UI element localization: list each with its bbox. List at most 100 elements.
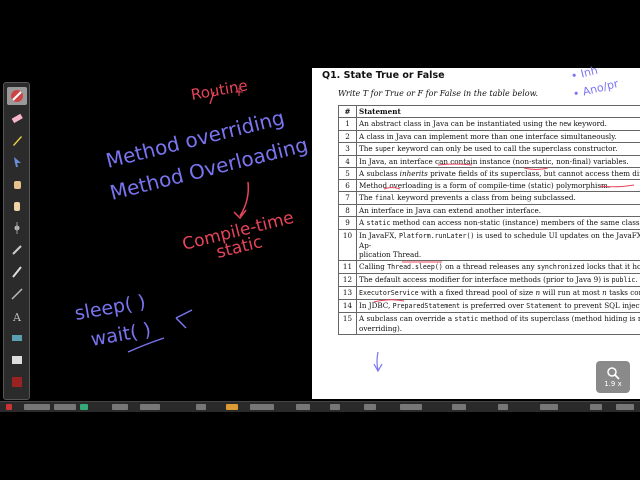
toolbar-tool[interactable] bbox=[7, 241, 27, 259]
row-number: 9 bbox=[338, 216, 357, 230]
record-icon bbox=[12, 377, 22, 387]
wand-icon bbox=[12, 245, 22, 255]
grab-hand-icon bbox=[14, 181, 21, 189]
table-row: 13 ExecutorService with a fixed thread po… bbox=[338, 286, 640, 300]
table-row: 3 The super keyword can only be used to c… bbox=[338, 142, 640, 156]
annotation-routine: Routine bbox=[190, 76, 249, 104]
row-number: 5 bbox=[338, 167, 357, 180]
taskbar bbox=[0, 401, 640, 412]
brush-icon bbox=[12, 266, 22, 278]
eraser-all-icon bbox=[11, 90, 23, 102]
taskbar-item[interactable] bbox=[6, 404, 12, 410]
table-row: 12 The default access modifier for interf… bbox=[338, 273, 640, 287]
toolbar-tool[interactable] bbox=[7, 175, 27, 193]
taskbar-item[interactable] bbox=[590, 404, 602, 410]
row-number: 4 bbox=[338, 155, 357, 168]
row-statement: The super keyword can only be used to ca… bbox=[356, 142, 640, 156]
annotation-wait: wait( ) bbox=[89, 319, 153, 351]
toolbar-tool[interactable] bbox=[7, 285, 27, 303]
underline-stroke bbox=[127, 337, 165, 353]
row-number: 11 bbox=[338, 260, 357, 274]
taskbar-item[interactable] bbox=[616, 404, 634, 410]
svg-text:A: A bbox=[12, 311, 22, 323]
table-row: 11 Calling Thread.sleep() on a thread rel… bbox=[338, 260, 640, 274]
table-row: 10 In JavaFX, Platform.runLater() is used… bbox=[338, 229, 640, 261]
annotation-method-overriding: Method overriding bbox=[103, 105, 286, 173]
table-row: 9A static method can access non-static (… bbox=[338, 216, 640, 230]
table-row: 6 Method overloading is a form of compile… bbox=[338, 179, 640, 192]
document-page: Q1. State True or False Write T for True… bbox=[312, 68, 640, 399]
question-title: Q1. State True or False bbox=[322, 70, 445, 81]
taskbar-item[interactable] bbox=[540, 404, 558, 410]
taskbar-item[interactable] bbox=[226, 404, 238, 410]
row-number: 10 bbox=[338, 229, 357, 261]
row-number: 3 bbox=[338, 142, 357, 156]
taskbar-item[interactable] bbox=[54, 404, 76, 410]
toolbar-tool[interactable] bbox=[7, 109, 27, 127]
taskbar-item[interactable] bbox=[140, 404, 160, 410]
highlight-icon bbox=[12, 335, 22, 341]
zoom-level: 1.9 x bbox=[604, 380, 622, 388]
taskbar-item[interactable] bbox=[452, 404, 466, 410]
row-number: 15 bbox=[338, 312, 357, 335]
table-row: 14 In JDBC, PreparedStatement is preferre… bbox=[338, 299, 640, 313]
statement-table: # Statement 1 An abstract class in Java c… bbox=[338, 105, 640, 335]
toolbar-tool[interactable] bbox=[7, 373, 27, 391]
toolbar-tool[interactable] bbox=[7, 219, 27, 237]
taskbar-item[interactable] bbox=[364, 404, 376, 410]
arrow-stroke bbox=[233, 181, 250, 220]
pen-icon bbox=[13, 136, 22, 146]
column-header-statement: Statement bbox=[356, 105, 640, 118]
taskbar-item[interactable] bbox=[400, 404, 422, 410]
question-instruction: Write T for True or F for False in the t… bbox=[338, 89, 539, 98]
table-row: 1 An abstract class in Java can be instan… bbox=[338, 117, 640, 131]
taskbar-item[interactable] bbox=[24, 404, 50, 410]
row-statement: In Java, an interface can contain instan… bbox=[356, 155, 640, 168]
row-number: 7 bbox=[338, 191, 357, 205]
hand-icon bbox=[14, 202, 20, 211]
table-row: 8 An interface in Java can extend another… bbox=[338, 204, 640, 217]
row-statement: A static method can access non-static (i… bbox=[356, 216, 640, 230]
toolbar-tool[interactable] bbox=[7, 329, 27, 347]
taskbar-item[interactable] bbox=[498, 404, 508, 410]
row-statement: The default access modifier for interfac… bbox=[356, 273, 640, 287]
row-statement: In JavaFX, Platform.runLater() is used t… bbox=[356, 229, 640, 261]
row-statement: In JDBC, PreparedStatement is preferred … bbox=[356, 299, 640, 313]
row-number: 12 bbox=[338, 273, 357, 287]
zoom-indicator[interactable]: 1.9 x bbox=[596, 361, 630, 393]
eraser-icon bbox=[11, 113, 23, 124]
annotation-compile-time: Compile-time bbox=[180, 208, 296, 255]
taskbar-item[interactable] bbox=[330, 404, 340, 410]
row-number: 6 bbox=[338, 179, 357, 192]
annotation-method-overloading: Method Overloading bbox=[107, 132, 310, 204]
row-statement: An abstract class in Java can be instant… bbox=[356, 117, 640, 131]
toolbar-tool[interactable] bbox=[7, 131, 27, 149]
row-statement: ExecutorService with a fixed thread pool… bbox=[356, 286, 640, 300]
row-statement: A subclass inherits private fields of it… bbox=[356, 167, 640, 180]
row-number: 1 bbox=[338, 117, 357, 131]
pointer-icon bbox=[14, 157, 21, 167]
annotation-static: static bbox=[214, 232, 264, 263]
toolbar-tool[interactable] bbox=[7, 263, 27, 281]
row-number: 14 bbox=[338, 299, 357, 313]
taskbar-item[interactable] bbox=[250, 404, 274, 410]
taskbar-item[interactable] bbox=[196, 404, 206, 410]
taskbar-item[interactable] bbox=[80, 404, 88, 410]
taskbar-item[interactable] bbox=[296, 404, 310, 410]
row-statement: An interface in Java can extend another … bbox=[356, 204, 640, 217]
text-icon: A bbox=[12, 311, 22, 323]
column-header-number: # bbox=[338, 105, 357, 118]
toolbar-tool[interactable] bbox=[7, 351, 27, 369]
toolbar-tool[interactable] bbox=[7, 153, 27, 171]
magnifier-icon bbox=[607, 367, 620, 380]
row-number: 13 bbox=[338, 286, 357, 300]
toolbar-tool[interactable] bbox=[7, 87, 27, 105]
taskbar-item[interactable] bbox=[112, 404, 128, 410]
row-statement: A class in Java can implement more than … bbox=[356, 130, 640, 143]
table-row: 7 The final keyword prevents a class from… bbox=[338, 191, 640, 205]
toolbar-tool[interactable] bbox=[7, 197, 27, 215]
row-statement: A subclass can override a static method … bbox=[356, 312, 640, 335]
toolbar-tool[interactable]: A bbox=[7, 307, 27, 325]
row-statement: Method overloading is a form of compile-… bbox=[356, 179, 640, 192]
table-row: 5A subclass inherits private fields of i… bbox=[338, 167, 640, 180]
